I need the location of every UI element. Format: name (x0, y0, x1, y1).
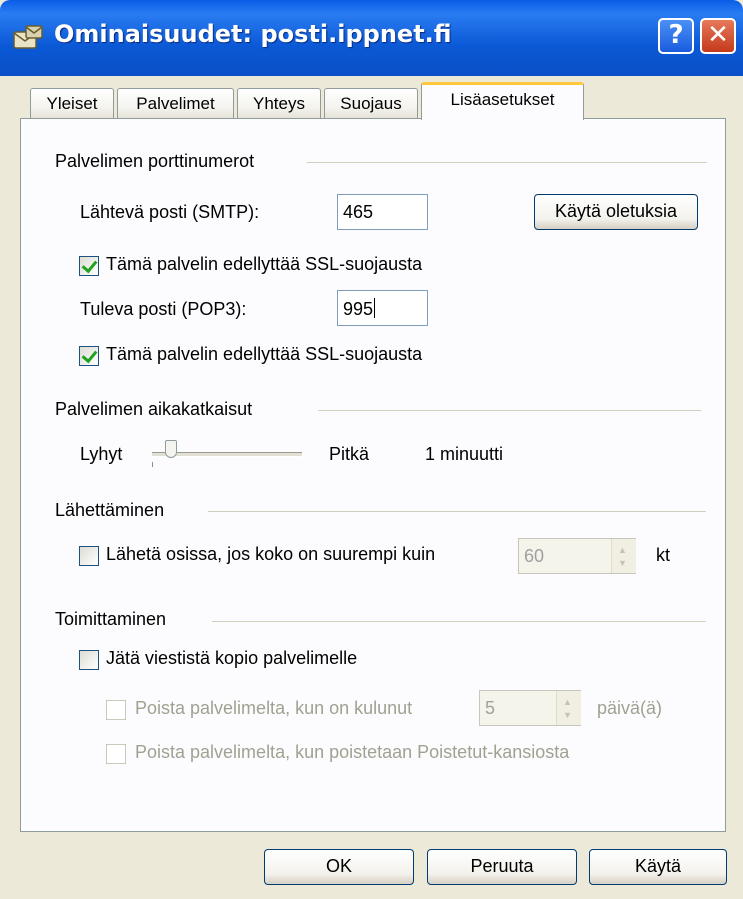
timeout-long-label: Pitkä (329, 444, 370, 464)
spin-up-icon: ▲ (563, 697, 572, 707)
tab-servers[interactable]: Palvelimet (117, 88, 234, 120)
help-button[interactable]: ? (658, 18, 694, 54)
smtp-ssl-label: Tämä palvelin edellyttää SSL-suojausta (106, 254, 423, 274)
tab-general[interactable]: Yleiset (30, 88, 114, 120)
pop3-port-label: Tuleva posti (POP3): (80, 299, 247, 319)
timeouts-group-label: Palvelimen aikakatkaisut (55, 399, 253, 419)
pop3-ssl-checkbox[interactable] (79, 346, 99, 366)
smtp-port-field[interactable]: 465 (337, 194, 428, 230)
remove-after-days-checkbox[interactable] (106, 700, 126, 720)
split-size-unit: kt (656, 545, 671, 565)
delivery-group-divider (212, 621, 706, 622)
text-caret (374, 298, 376, 318)
pop3-ssl-label: Tämä palvelin edellyttää SSL-suojausta (106, 344, 423, 364)
spin-down-icon: ▼ (618, 558, 627, 568)
ports-group-label: Palvelimen porttinumerot (55, 151, 255, 171)
remove-after-days-label: Poista palvelimelta, kun on kulunut (135, 698, 413, 718)
slider-tick (152, 462, 153, 467)
tab-connection[interactable]: Yhteys (237, 88, 321, 120)
spin-down-icon: ▼ (563, 710, 572, 720)
smtp-port-label: Lähtevä posti (SMTP): (80, 202, 260, 222)
tab-security[interactable]: Suojaus (324, 88, 418, 120)
timeout-short-label: Lyhyt (80, 444, 123, 464)
cancel-button[interactable]: Peruuta (427, 849, 577, 885)
spin-up-icon: ▲ (618, 545, 627, 555)
tab-advanced[interactable]: Lisäasetukset (421, 82, 584, 120)
leave-copy-checkbox[interactable] (79, 650, 99, 670)
timeout-slider-thumb[interactable] (165, 440, 177, 458)
remove-when-deleted-label: Poista palvelimelta, kun poistetaan Pois… (135, 742, 570, 762)
sending-group-divider (208, 511, 706, 512)
close-button[interactable]: ✕ (700, 18, 736, 54)
remove-after-days-spinner[interactable]: ▲ ▼ (556, 691, 581, 725)
split-messages-label: Lähetä osissa, jos koko on suurempi kuin (106, 544, 436, 564)
timeouts-group-divider (318, 410, 701, 411)
split-size-spinner[interactable]: ▲ ▼ (611, 539, 636, 573)
ok-button[interactable]: OK (264, 849, 414, 885)
delivery-group-label: Toimittaminen (55, 609, 167, 629)
apply-button[interactable]: Käytä (589, 849, 727, 885)
mail-account-icon (13, 25, 43, 49)
ports-group-divider (307, 162, 707, 163)
sending-group-label: Lähettäminen (55, 500, 165, 520)
pop3-port-field[interactable]: 995 (337, 290, 428, 326)
pop3-port-value: 995 (343, 299, 374, 319)
timeout-value: 1 minuutti (425, 444, 504, 464)
title-bar[interactable]: Ominaisuudet: posti.ippnet.fi ? ✕ (0, 0, 743, 76)
smtp-ssl-checkbox[interactable] (79, 256, 99, 276)
split-messages-checkbox[interactable] (79, 546, 99, 566)
days-unit-label: päivä(ä) (597, 698, 663, 718)
properties-dialog: Ominaisuudet: posti.ippnet.fi ? ✕ Yleise… (0, 0, 743, 899)
use-defaults-button[interactable]: Käytä oletuksia (534, 194, 698, 230)
leave-copy-label: Jätä viestistä kopio palvelimelle (106, 648, 358, 668)
remove-when-deleted-checkbox[interactable] (106, 744, 126, 764)
window-title: Ominaisuudet: posti.ippnet.fi (54, 20, 452, 48)
